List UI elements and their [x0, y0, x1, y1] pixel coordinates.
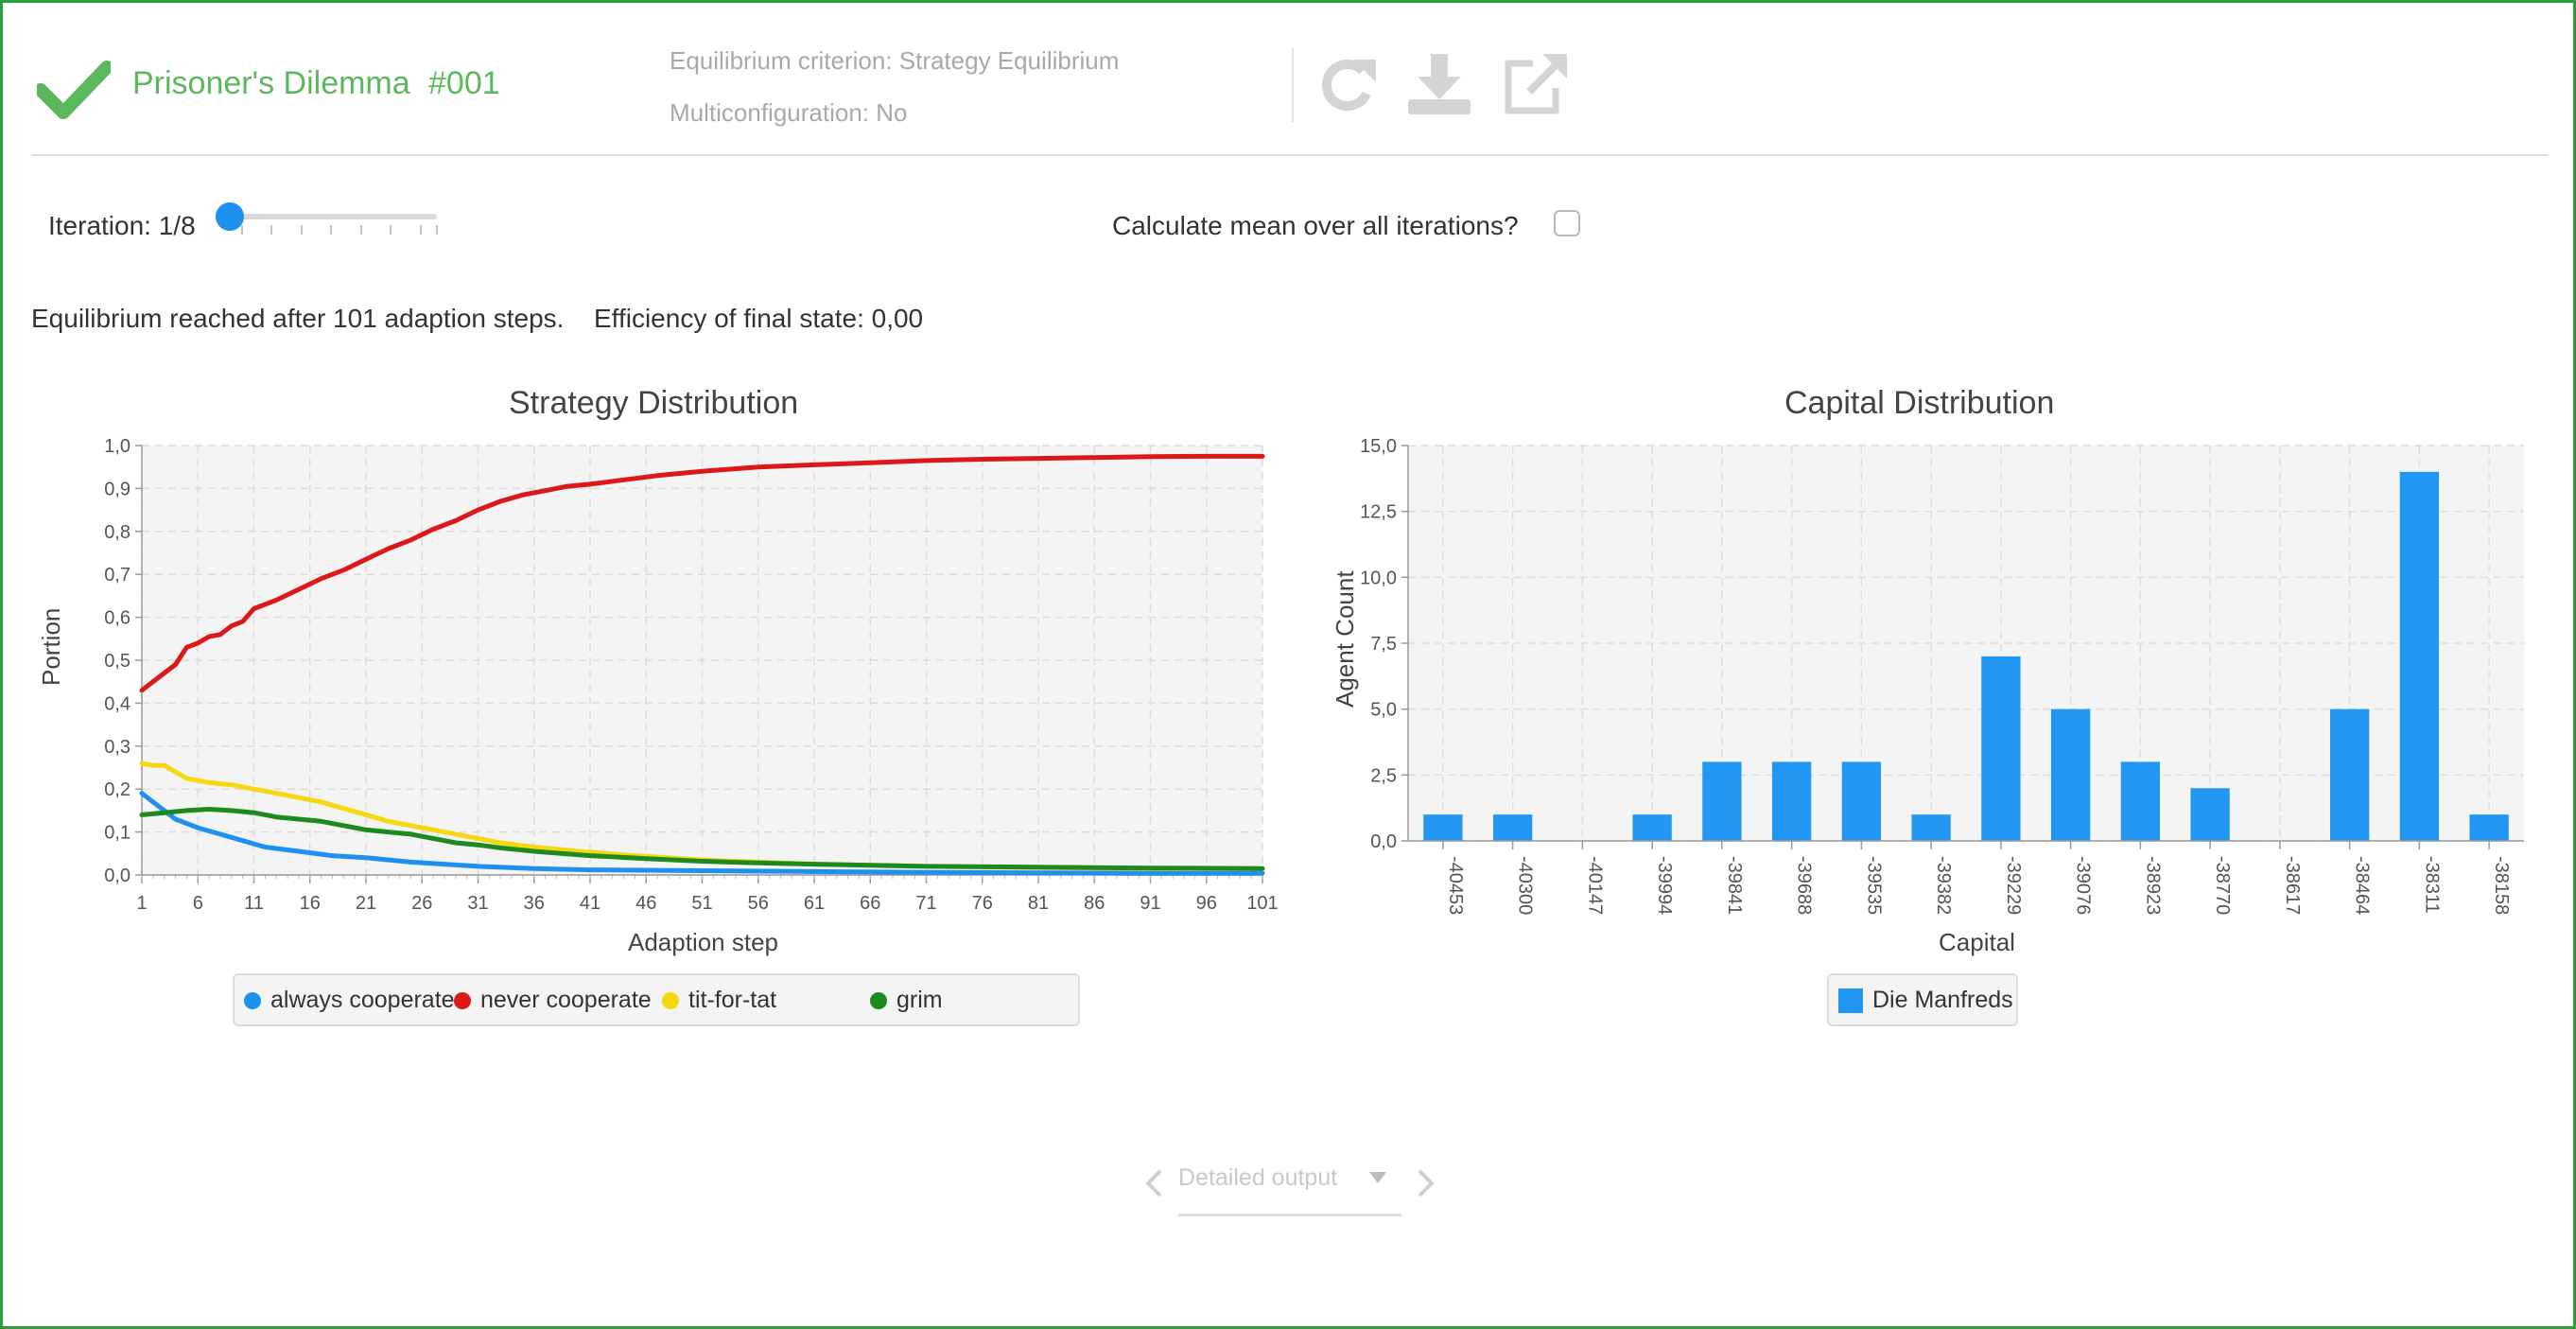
y-tick-label: 15,0	[1360, 436, 1397, 457]
x-tick-label: 91	[1140, 893, 1160, 914]
chevron-right-icon[interactable]	[1416, 1168, 1436, 1203]
x-tick-label: -39535	[1863, 856, 1884, 915]
legend-swatch	[662, 991, 679, 1009]
y-tick-label: 0,5	[104, 651, 131, 672]
legend-swatch	[454, 991, 471, 1009]
strategy-xlabel: Adaption step	[628, 928, 779, 956]
y-tick-label: 0,1	[104, 823, 131, 844]
x-tick-label: 31	[467, 893, 488, 914]
y-tick-label: 0,2	[104, 779, 131, 800]
x-tick-label: 6	[193, 893, 203, 914]
capital-chart: 0,0 2,5 5,0 7,5 10,0 12,5 15,0 -40453 -40300 -401…	[1289, 3, 2576, 1010]
caret-down-icon	[1369, 1172, 1386, 1190]
x-tick-label: 51	[691, 893, 712, 914]
capital-legend: Die Manfreds	[1827, 973, 2018, 1026]
x-tick-label: 81	[1028, 893, 1049, 914]
legend-swatch	[870, 991, 887, 1009]
x-tick-label: -40300	[1515, 856, 1536, 915]
legend-item-tit-for-tat: tit-for-tat	[662, 987, 776, 1014]
x-tick-label: 26	[411, 893, 432, 914]
x-tick-label: 56	[748, 893, 769, 914]
output-dropdown-label: Detailed output	[1178, 1164, 1338, 1191]
legend-label: tit-for-tat	[688, 987, 777, 1013]
x-tick-label: -39229	[2003, 856, 2024, 915]
x-tick-label: -38311	[2421, 856, 2442, 914]
bar	[2050, 708, 2091, 841]
y-tick-label: 0,4	[104, 693, 131, 714]
bar	[1423, 814, 1463, 841]
x-tick-label: 66	[860, 893, 880, 914]
capital-xlabel: Capital	[1939, 928, 2015, 956]
legend-label: Die Manfreds	[1872, 987, 2013, 1013]
legend-label: never cooperate	[480, 987, 652, 1013]
x-tick-label: -39076	[2073, 856, 2094, 915]
x-tick-label: 71	[915, 893, 936, 914]
output-dropdown[interactable]: Detailed output	[1178, 1159, 1401, 1216]
y-tick-label: 0,3	[104, 737, 131, 758]
capital-chart-svg: 0,0 2,5 5,0 7,5 10,0 12,5 15,0 -40453 -40300 -401…	[1360, 436, 2524, 915]
bar	[1771, 761, 1812, 841]
x-tick-label: 86	[1084, 893, 1105, 914]
x-tick-label: 36	[524, 893, 545, 914]
bar	[2120, 761, 2161, 841]
strategy-legend: always cooperate never cooperate tit-for…	[233, 973, 1080, 1026]
x-tick-label: -38158	[2491, 856, 2512, 915]
y-tick-label: 2,5	[1370, 765, 1397, 786]
x-tick-label: -39841	[1724, 856, 1745, 915]
strategy-chart: 0,0 0,1 0,2 0,3 0,4 0,5 0,6 0,7 0,8 0,9 1,0 1 6 11 16 2…	[3, 3, 1289, 1010]
x-tick-label: -40453	[1445, 856, 1466, 915]
x-tick-label: -38464	[2352, 856, 2373, 915]
bar	[1632, 814, 1672, 841]
legend-swatch	[1838, 988, 1863, 1013]
y-tick-label: 0,6	[104, 608, 131, 629]
bar	[2329, 708, 2370, 841]
legend-item-die-manfreds: Die Manfreds	[1838, 987, 2013, 1014]
bar	[2190, 788, 2230, 841]
legend-swatch	[244, 991, 261, 1009]
x-tick-label: -40147	[1584, 856, 1605, 915]
x-tick-label: -38617	[2282, 856, 2303, 915]
y-tick-label: 0,0	[1370, 831, 1397, 852]
y-tick-label: 0,9	[104, 479, 131, 499]
bar	[1702, 761, 1742, 841]
x-tick-label: 61	[804, 893, 825, 914]
x-tick-label: -38770	[2212, 856, 2233, 915]
x-tick-label: 16	[300, 893, 321, 914]
y-tick-label: 0,8	[104, 522, 131, 543]
y-tick-label: 10,0	[1360, 568, 1397, 588]
y-tick-label: 1,0	[104, 436, 131, 457]
y-tick-label: 0,0	[104, 866, 131, 886]
legend-item-always-cooperate: always cooperate	[244, 987, 455, 1014]
chevron-left-icon[interactable]	[1143, 1168, 1164, 1203]
x-tick-label: 1	[136, 893, 147, 914]
bar	[1981, 656, 2021, 841]
capital-ylabel: Agent Count	[1331, 570, 1359, 708]
x-tick-label: 101	[1246, 893, 1278, 914]
bar	[2469, 814, 2509, 841]
x-tick-label: -39382	[1933, 856, 1954, 915]
strategy-ylabel: Portion	[37, 607, 65, 686]
x-tick-label: 11	[244, 893, 264, 914]
x-tick-label: -39688	[1794, 856, 1815, 915]
x-tick-label: 76	[972, 893, 993, 914]
y-tick-label: 5,0	[1370, 700, 1397, 721]
legend-label: always cooperate	[270, 987, 455, 1013]
x-tick-label: -39994	[1654, 856, 1675, 915]
legend-item-never-cooperate: never cooperate	[454, 987, 652, 1014]
legend-item-grim: grim	[870, 987, 943, 1014]
y-tick-label: 12,5	[1360, 502, 1397, 523]
legend-label: grim	[896, 987, 943, 1013]
x-tick-label: 41	[580, 893, 600, 914]
strategy-chart-svg: 0,00,10,20,30,40,50,60,70,80,91,01 6 11 16 2…	[104, 436, 1279, 914]
bar	[1911, 814, 1951, 841]
y-tick-label: 0,7	[104, 565, 131, 586]
y-tick-label: 7,5	[1370, 634, 1397, 655]
bar	[1492, 814, 1533, 841]
x-tick-label: 46	[635, 893, 656, 914]
x-tick-label: 96	[1196, 893, 1217, 914]
x-tick-label: -38923	[2142, 856, 2163, 915]
bar	[2399, 471, 2440, 841]
x-tick-label: 21	[356, 893, 376, 914]
bar	[1841, 761, 1882, 841]
